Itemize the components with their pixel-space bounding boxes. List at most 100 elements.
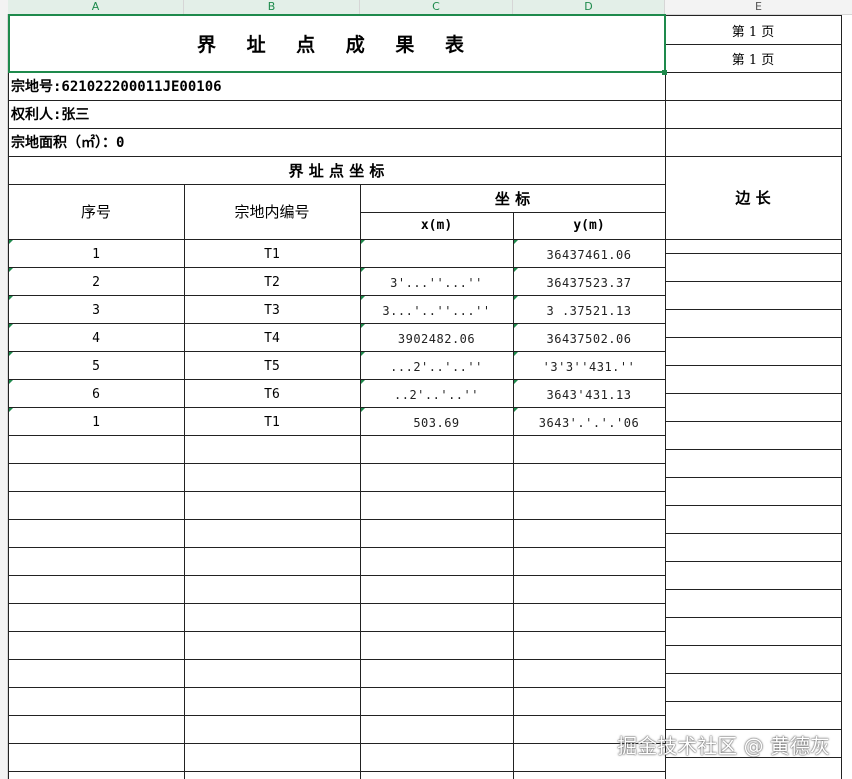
row-code-cell[interactable]: T1 — [184, 239, 360, 267]
cell-error-indicator — [361, 268, 365, 272]
edge-length-header[interactable]: 边 长 — [665, 156, 841, 239]
cell-error-indicator — [361, 380, 365, 384]
grid-line-h — [8, 435, 665, 436]
cell-error-indicator — [9, 352, 13, 356]
grid-line-h — [8, 463, 665, 464]
grid-line-h — [665, 589, 841, 590]
column-header-b[interactable]: B — [184, 0, 360, 14]
grid-line-h — [665, 701, 841, 702]
parcel-number[interactable]: 宗地号:621022200011JE00106 — [8, 72, 841, 100]
cell-error-indicator — [9, 268, 13, 272]
owner-name[interactable]: 权利人:张三 — [8, 100, 841, 128]
grid-line-h — [665, 253, 841, 254]
row-x-cell[interactable]: 3...'..''...'' — [360, 295, 513, 323]
grid-line-v — [841, 15, 842, 779]
grid-line-h — [665, 505, 841, 506]
grid-line-h — [665, 561, 841, 562]
y-header[interactable]: y(m) — [513, 212, 665, 239]
column-header-bar: A B C D E — [0, 0, 852, 15]
page-label-2[interactable]: 第 1 页 — [665, 44, 841, 72]
grid-line-h — [665, 673, 841, 674]
column-header-c[interactable]: C — [360, 0, 513, 14]
grid-line-h — [8, 519, 665, 520]
grid-line-h — [8, 687, 665, 688]
grid-line-h — [8, 659, 665, 660]
column-header-e[interactable]: E — [665, 0, 852, 14]
grid-line-h — [665, 337, 841, 338]
row-code-cell[interactable]: T2 — [184, 267, 360, 295]
cell-error-indicator — [514, 240, 518, 244]
cell-error-indicator — [361, 408, 365, 412]
section-title[interactable]: 界 址 点 坐 标 — [8, 156, 665, 184]
row-y-cell[interactable]: '3'3''431.'' — [513, 351, 665, 379]
cell-error-indicator — [514, 268, 518, 272]
cell-error-indicator — [514, 380, 518, 384]
cell-error-indicator — [361, 352, 365, 356]
cell-error-indicator — [361, 240, 365, 244]
row-code-cell[interactable]: T3 — [184, 295, 360, 323]
row-x-cell[interactable]: ..2'..'..'' — [360, 379, 513, 407]
grid-line-h — [665, 533, 841, 534]
grid-line-h — [665, 449, 841, 450]
row-code-cell[interactable]: T1 — [184, 407, 360, 435]
grid-line-h — [665, 393, 841, 394]
row-y-cell[interactable]: 3643'.'.'.'06 — [513, 407, 665, 435]
row-seq-cell[interactable]: 1 — [8, 407, 184, 435]
page-label-1[interactable]: 第 1 页 — [665, 16, 841, 44]
row-x-cell[interactable]: 3'...''...'' — [360, 267, 513, 295]
row-seq-cell[interactable]: 2 — [8, 267, 184, 295]
row-y-cell[interactable]: 3 .37521.13 — [513, 295, 665, 323]
row-x-cell[interactable]: ...2'..'..'' — [360, 351, 513, 379]
cell-error-indicator — [514, 408, 518, 412]
parcel-area[interactable]: 宗地面积（㎡）：0 — [8, 128, 841, 156]
cell-error-indicator — [361, 324, 365, 328]
cell-error-indicator — [9, 408, 13, 412]
row-code-cell[interactable]: T5 — [184, 351, 360, 379]
cell-error-indicator — [514, 296, 518, 300]
row-seq-cell[interactable]: 4 — [8, 323, 184, 351]
row-x-cell[interactable]: 503.69 — [360, 407, 513, 435]
row-seq-cell[interactable]: 6 — [8, 379, 184, 407]
watermark-text: 掘金技术社区 @ 黄德灰 — [617, 734, 830, 758]
cell-error-indicator — [514, 352, 518, 356]
cell-error-indicator — [514, 324, 518, 328]
grid-line-h — [8, 715, 665, 716]
row-y-cell[interactable]: 36437461.06 — [513, 239, 665, 267]
row-y-cell[interactable]: 36437523.37 — [513, 267, 665, 295]
fill-handle[interactable] — [662, 70, 667, 75]
grid-line-h — [8, 547, 665, 548]
row-code-cell[interactable]: T6 — [184, 379, 360, 407]
row-seq-cell[interactable]: 5 — [8, 351, 184, 379]
cell-error-indicator — [9, 324, 13, 328]
row-seq-cell[interactable]: 1 — [8, 239, 184, 267]
column-header-a[interactable]: A — [8, 0, 184, 14]
x-header[interactable]: x(m) — [360, 212, 513, 239]
row-code-cell[interactable]: T4 — [184, 323, 360, 351]
grid-line-h — [665, 309, 841, 310]
row-y-cell[interactable]: 36437502.06 — [513, 323, 665, 351]
grid-line-h — [665, 477, 841, 478]
row-seq-cell[interactable]: 3 — [8, 295, 184, 323]
row-x-cell[interactable] — [360, 239, 513, 267]
grid-line-h — [8, 771, 665, 772]
row-x-cell[interactable]: 3902482.06 — [360, 323, 513, 351]
cell-error-indicator — [9, 296, 13, 300]
cell-error-indicator — [361, 296, 365, 300]
cell-error-indicator — [9, 380, 13, 384]
grid-line-h — [665, 281, 841, 282]
grid-line-h — [665, 617, 841, 618]
column-header-d[interactable]: D — [513, 0, 665, 14]
coord-header[interactable]: 坐 标 — [360, 184, 665, 212]
grid-line-h — [665, 645, 841, 646]
grid-line-h — [8, 743, 665, 744]
code-header[interactable]: 宗地内编号 — [184, 184, 360, 239]
grid-line-h — [8, 575, 665, 576]
seq-header[interactable]: 序号 — [8, 184, 184, 239]
row-header-bar — [0, 14, 8, 779]
sheet-title[interactable]: 界 址 点 成 果 表 — [8, 15, 665, 72]
grid-line-h — [8, 631, 665, 632]
grid-line-h — [8, 603, 665, 604]
row-y-cell[interactable]: 3643'431.13 — [513, 379, 665, 407]
grid-line-h — [8, 491, 665, 492]
grid-line-h — [665, 365, 841, 366]
